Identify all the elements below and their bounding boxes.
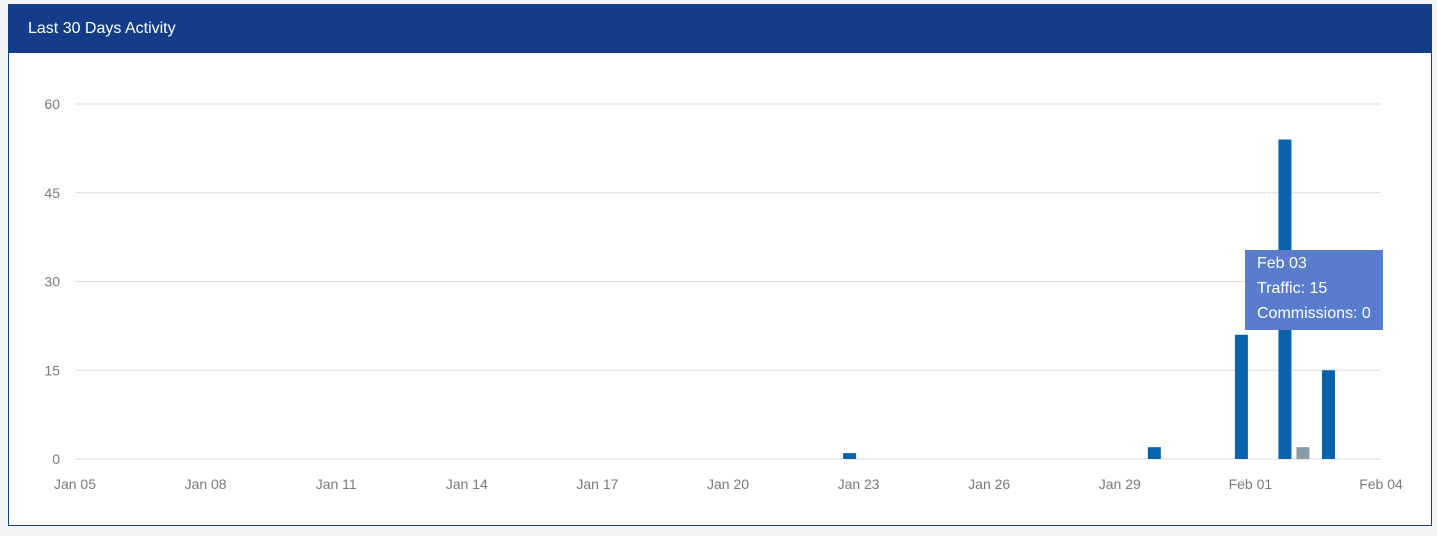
tooltip-traffic: Traffic: 15 <box>1257 280 1328 297</box>
x-tick-label: Jan 05 <box>54 476 96 492</box>
x-tick-label: Feb 04 <box>1359 476 1403 492</box>
tooltip-commissions: Commissions: 0 <box>1257 305 1371 322</box>
x-tick-label: Jan 26 <box>968 476 1010 492</box>
x-tick-label: Jan 20 <box>707 476 749 492</box>
y-tick-label: 15 <box>44 362 60 378</box>
x-tick-label: Jan 11 <box>316 476 357 492</box>
activity-panel: Last 30 Days Activity 0 15 30 45 60 Jan 05 Jan… <box>8 4 1432 526</box>
y-tick-label: 45 <box>44 185 60 201</box>
x-tick-label: Feb 01 <box>1229 476 1273 492</box>
x-tick-label: Jan 23 <box>838 476 880 492</box>
bar-traffic <box>1234 334 1248 459</box>
x-tick-label: Jan 08 <box>185 476 227 492</box>
chart-area: 0 15 30 45 60 Jan 05 Jan 08 Jan 11 Jan 14 Jan 17 J… <box>9 53 1431 525</box>
bar-traffic <box>1147 447 1161 459</box>
panel-title: Last 30 Days Activity <box>9 5 1431 53</box>
y-tick-label: 0 <box>52 451 60 467</box>
x-tick-label: Jan 17 <box>576 476 618 492</box>
bar-traffic <box>843 453 857 459</box>
x-tick-label: Jan 14 <box>446 476 488 492</box>
tooltip-date: Feb 03 <box>1257 255 1307 272</box>
x-tick-label: Jan 29 <box>1099 476 1141 492</box>
activity-bar-chart: 0 15 30 45 60 Jan 05 Jan 08 Jan 11 Jan 14 Jan 17 J… <box>44 96 1403 492</box>
y-tick-label: 60 <box>44 96 60 112</box>
bar-traffic <box>1321 370 1335 459</box>
y-tick-label: 30 <box>44 274 60 290</box>
chart-tooltip: Feb 03 Traffic: 15 Commissions: 0 <box>1245 250 1383 330</box>
bar-commissions <box>1296 447 1310 459</box>
